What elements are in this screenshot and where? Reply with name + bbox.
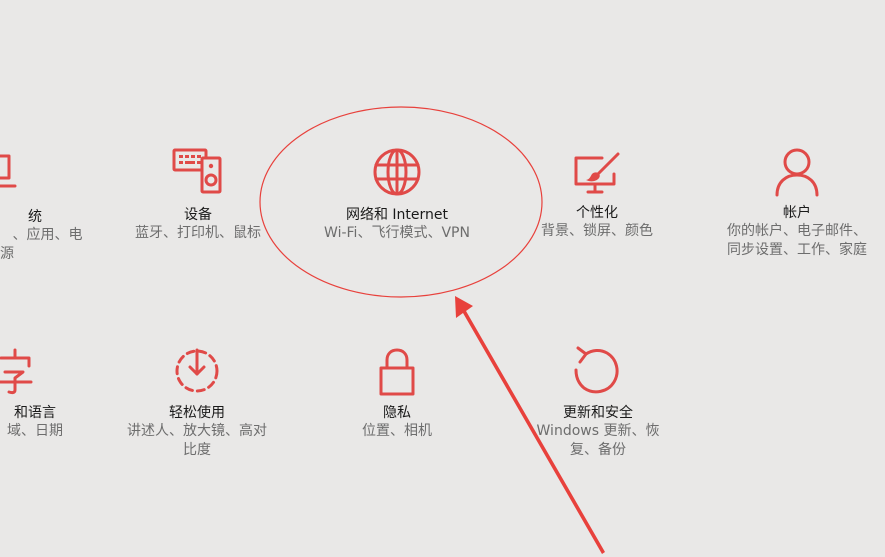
laptop-icon — [0, 148, 95, 196]
tile-desc-line: 域、日期 — [7, 423, 63, 439]
annotation-overlay — [259, 106, 605, 554]
tile-desc-line: Windows 更新、恢 — [536, 423, 660, 439]
tile-desc-line: 蓝牙、打印机、鼠标 — [135, 225, 261, 241]
tile-desc-line: 比度 — [183, 442, 211, 458]
tile-title: 统 — [28, 209, 42, 225]
tile-network[interactable]: 网络和 Internet Wi-Fi、飞行模式、VPN — [302, 146, 492, 243]
tile-desc-line: 你的帐户、电子邮件、 — [727, 223, 867, 239]
globe-icon — [302, 146, 492, 198]
tile-update-security[interactable]: 更新和安全 Windows 更新、恢 复、备份 — [503, 346, 693, 460]
tile-personalization[interactable]: 个性化 背景、锁屏、颜色 — [502, 150, 692, 241]
lock-icon — [302, 346, 492, 396]
paint-monitor-icon — [502, 150, 692, 196]
tile-title: 更新和安全 — [563, 405, 633, 421]
tile-privacy[interactable]: 隐私 位置、相机 — [302, 346, 492, 441]
tile-title: 隐私 — [383, 405, 411, 421]
tile-desc-line: 复、备份 — [570, 442, 626, 458]
tile-title: 网络和 Internet — [345, 207, 449, 223]
tile-devices[interactable]: 设备 蓝牙、打印机、鼠标 — [103, 148, 293, 243]
tile-title: 帐户 — [783, 205, 811, 221]
tile-desc-line: 背景、锁屏、颜色 — [541, 223, 653, 239]
tile-desc-line: Wi-Fi、飞行模式、VPN — [324, 225, 470, 241]
tile-ease-of-access[interactable]: 轻松使用 讲述人、放大镜、高对 比度 — [102, 346, 292, 460]
tile-desc-line: 同步设置、工作、家庭 — [727, 242, 867, 258]
tile-title: 设备 — [184, 207, 212, 223]
tile-desc-line: 位置、相机 — [362, 423, 432, 439]
tile-title: 和语言 — [14, 405, 56, 421]
tile-time-language[interactable]: 和语言 域、日期 — [0, 346, 95, 441]
tile-title: 轻松使用 — [169, 405, 225, 421]
person-icon — [702, 146, 885, 198]
tile-desc-line: 讲述人、放大镜、高对 — [127, 423, 267, 439]
tile-desc-line: 源 — [0, 246, 14, 262]
language-icon — [0, 346, 95, 396]
devices-icon — [103, 148, 293, 196]
tile-desc-line: 、应用、电 — [12, 227, 83, 243]
tile-accounts[interactable]: 帐户 你的帐户、电子邮件、 同步设置、工作、家庭 — [702, 146, 885, 260]
refresh-icon — [503, 346, 693, 396]
tile-system[interactable]: 统 、应用、电 源 — [0, 148, 95, 264]
ease-of-access-icon — [102, 346, 292, 396]
tile-title: 个性化 — [576, 205, 618, 221]
